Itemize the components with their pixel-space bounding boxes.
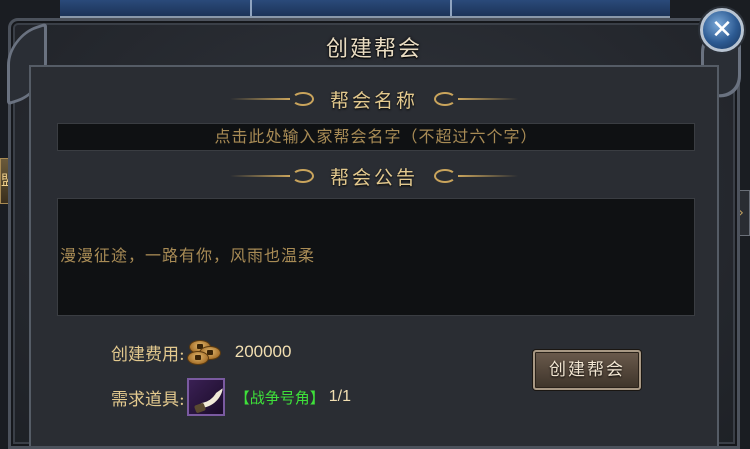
creation-cost-label: 创建费用: bbox=[111, 344, 185, 365]
close-icon[interactable]: ✕ bbox=[700, 8, 744, 52]
coin-icon bbox=[186, 338, 223, 366]
background-tab-strip bbox=[60, 0, 670, 18]
creation-cost-value: 200000 bbox=[234, 342, 292, 361]
ornament-line-icon bbox=[458, 98, 518, 100]
ornament-line-icon bbox=[229, 98, 290, 100]
tab-divider bbox=[250, 0, 252, 16]
swirl-ornament-icon bbox=[291, 92, 314, 106]
required-item-count: 1/1 bbox=[328, 388, 351, 405]
dialog-title: 创建帮会 bbox=[325, 37, 422, 62]
ornament-line-icon bbox=[458, 175, 518, 177]
swirl-ornament-icon bbox=[291, 169, 314, 183]
create-guild-dialog: 创建帮会 帮会名称 点击此处输入家帮会名字（不超过六个字） 帮会公告 漫漫征途，… bbox=[7, 18, 741, 449]
required-item-label: 需求道具: bbox=[111, 389, 185, 410]
guild-notice-label: 帮会公告 bbox=[329, 166, 418, 189]
required-item-name: 【战争号角】 bbox=[234, 388, 325, 407]
swirl-ornament-icon bbox=[434, 92, 456, 106]
guild-name-input[interactable]: 点击此处输入家帮会名字（不超过六个字） bbox=[57, 123, 695, 151]
ornament-line-icon bbox=[229, 175, 290, 177]
creation-cost-row: 创建费用: 200000 bbox=[111, 337, 291, 367]
tab-divider bbox=[450, 0, 452, 16]
guild-name-label: 帮会名称 bbox=[329, 89, 418, 112]
guild-name-header: 帮会名称 bbox=[11, 84, 737, 114]
guild-notice-header: 帮会公告 bbox=[11, 161, 737, 191]
guild-notice-textarea[interactable]: 漫漫征途，一路有你，风雨也温柔 bbox=[57, 198, 695, 316]
swirl-ornament-icon bbox=[434, 169, 456, 183]
horn-icon[interactable] bbox=[186, 378, 225, 416]
create-guild-button[interactable]: 创建帮会 bbox=[533, 350, 641, 390]
required-item-row: 需求道具: 【战争号角】 1/1 bbox=[111, 377, 351, 417]
